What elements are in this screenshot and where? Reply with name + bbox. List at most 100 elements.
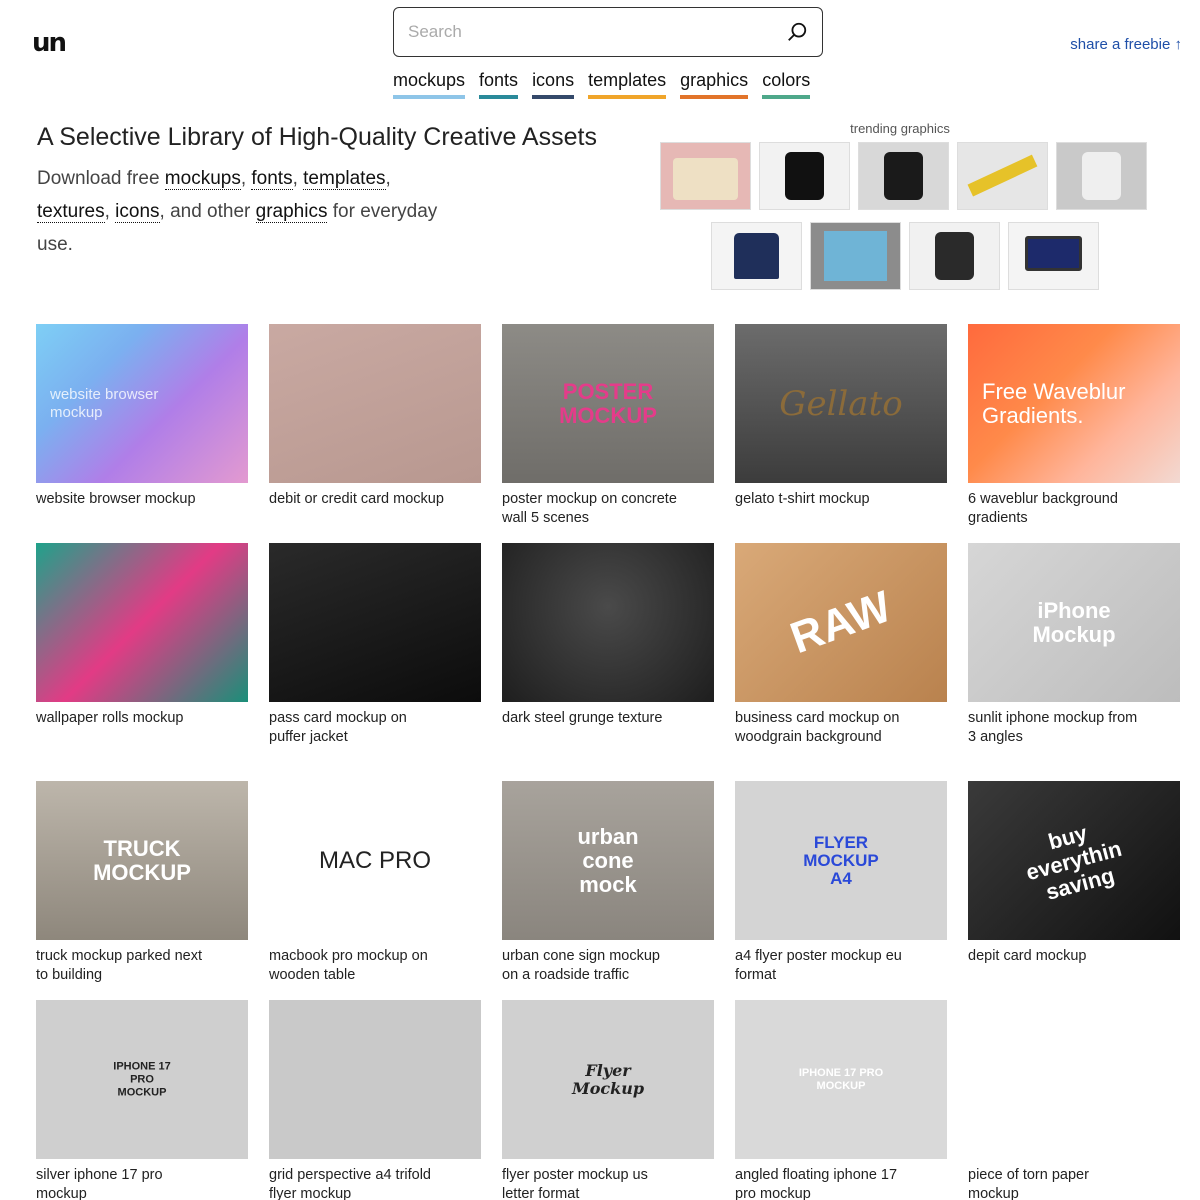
asset-card[interactable]: TRUCK MOCKUP truck mockup parked next to … — [36, 781, 248, 1000]
asset-thumbnail: MAC PRO — [269, 781, 481, 940]
trending-thumb-poster[interactable] — [810, 222, 901, 290]
asset-title: piece of torn paper mockup — [968, 1167, 1089, 1200]
thumbnail-overlay-text: FLYER MOCKUP A4 — [803, 832, 879, 888]
asset-card[interactable]: Free Waveblur Gradients. 6 waveblur backg… — [968, 324, 1180, 543]
hero-intro: Download free — [37, 168, 165, 189]
trending-row — [660, 142, 1150, 210]
thumb-figure — [1025, 236, 1082, 271]
asset-thumbnail — [968, 1000, 1180, 1159]
trending-thumb-polo[interactable] — [711, 222, 802, 290]
trending-thumb-macbook[interactable] — [1008, 222, 1099, 290]
thumb-figure — [883, 152, 924, 200]
asset-card[interactable]: IPHONE 17 PRO MOCKUP angled floating ipho… — [735, 1000, 947, 1200]
search-bar[interactable] — [393, 7, 823, 57]
asset-card[interactable]: dark steel grunge texture — [502, 543, 714, 781]
hero-link-icons[interactable]: icons — [115, 201, 160, 223]
trending-thumb-iphone-apps[interactable] — [858, 142, 949, 210]
hero-description: Download free mockups, fonts, templates,… — [37, 162, 447, 261]
asset-card[interactable]: wallpaper rolls mockup — [36, 543, 248, 781]
asset-card[interactable]: website browser mockup website browser mo… — [36, 324, 248, 543]
separator: , — [240, 168, 252, 189]
asset-thumbnail — [269, 324, 481, 483]
asset-title: website browser mockup — [36, 491, 196, 507]
thumb-figure — [784, 152, 825, 200]
asset-thumbnail: FLYER MOCKUP A4 — [735, 781, 947, 940]
asset-grid: website browser mockup website browser mo… — [36, 324, 1180, 1200]
thumb-figure — [734, 232, 779, 280]
trending-thumb-iphone-silver[interactable] — [1056, 142, 1147, 210]
nav-colors[interactable]: colors — [762, 70, 811, 99]
hero: A Selective Library of High-Quality Crea… — [37, 122, 597, 261]
asset-thumbnail: iPhone Mockup — [968, 543, 1180, 702]
asset-thumbnail: IPHONE 17 PRO MOCKUP — [735, 1000, 947, 1159]
hero-link-mockups[interactable]: mockups — [164, 168, 241, 190]
asset-thumbnail: IPHONE 17 PRO MOCKUP — [36, 1000, 248, 1159]
trending-thumb-tshirts[interactable] — [660, 142, 751, 210]
asset-thumbnail: Free Waveblur Gradients. — [968, 324, 1180, 483]
asset-title: depit card mockup — [968, 948, 1087, 964]
asset-card[interactable]: grid perspective a4 trifold flyer mockup — [269, 1000, 481, 1200]
search-input[interactable] — [408, 22, 786, 42]
asset-thumbnail — [502, 543, 714, 702]
trending-thumb-lanyard[interactable] — [957, 142, 1048, 210]
thumbnail-overlay-text: IPHONE 17 PRO MOCKUP — [798, 1066, 884, 1092]
asset-card[interactable]: piece of torn paper mockup — [968, 1000, 1180, 1200]
asset-card[interactable]: Flyer Mockup flyer poster mockup us lette… — [502, 1000, 714, 1200]
asset-title: urban cone sign mockup on a roadside tra… — [502, 948, 660, 983]
nav-mockups[interactable]: mockups — [393, 70, 466, 99]
hero-link-textures[interactable]: textures — [37, 201, 105, 223]
asset-card[interactable]: IPHONE 17 PRO MOCKUP silver iphone 17 pro… — [36, 1000, 248, 1200]
thumbnail-overlay-text: website browser mockup — [50, 385, 159, 421]
asset-card[interactable]: iPhone Mockup sunlit iphone mockup from 3… — [968, 543, 1180, 781]
nav-graphics[interactable]: graphics — [680, 70, 749, 99]
trending-thumb-iphone-gold[interactable] — [909, 222, 1000, 290]
asset-title: angled floating iphone 17 pro mockup — [735, 1167, 898, 1200]
asset-title: silver iphone 17 pro mockup — [36, 1167, 163, 1200]
asset-thumbnail: Gellato — [735, 324, 947, 483]
thumb-figure — [1081, 152, 1122, 200]
asset-card[interactable]: FLYER MOCKUP A4 a4 flyer poster mockup eu… — [735, 781, 947, 1000]
thumb-figure — [934, 232, 975, 280]
nav-fonts[interactable]: fonts — [479, 70, 519, 99]
hero-link-fonts[interactable]: fonts — [251, 168, 293, 190]
thumbnail-overlay-text: MAC PRO — [318, 846, 431, 874]
trending-graphics: trending graphics — [660, 121, 1150, 290]
trending-thumb-iphone-dark[interactable] — [759, 142, 850, 210]
page-title: A Selective Library of High-Quality Crea… — [37, 123, 597, 151]
asset-card[interactable]: POSTER MOCKUP poster mockup on concrete w… — [502, 324, 714, 543]
asset-title: debit or credit card mockup — [269, 491, 444, 507]
thumbnail-overlay-text: Free Waveblur Gradients. — [982, 378, 1126, 428]
asset-card[interactable]: MAC PRO macbook pro mockup on wooden tabl… — [269, 781, 481, 1000]
asset-card[interactable]: pass card mockup on puffer jacket — [269, 543, 481, 781]
asset-title: wallpaper rolls mockup — [36, 710, 184, 726]
category-nav: mockups fonts icons templates graphics colors — [393, 70, 811, 99]
asset-thumbnail: TRUCK MOCKUP — [36, 781, 248, 940]
asset-title: dark steel grunge texture — [502, 710, 663, 726]
asset-title: flyer poster mockup us letter format — [502, 1167, 648, 1200]
search-icon[interactable] — [786, 21, 808, 43]
asset-card[interactable]: urban cone mock urban cone sign mockup on… — [502, 781, 714, 1000]
separator: , — [385, 168, 391, 189]
nav-templates[interactable]: templates — [588, 70, 667, 99]
trending-row — [711, 222, 1150, 290]
hero-link-graphics[interactable]: graphics — [255, 201, 328, 223]
asset-card[interactable]: Gellato gelato t-shirt mockup — [735, 324, 947, 543]
asset-title: sunlit iphone mockup from 3 angles — [968, 710, 1138, 745]
asset-card[interactable]: debit or credit card mockup — [269, 324, 481, 543]
thumbnail-overlay-text: Gellato — [779, 383, 903, 424]
hero-link-templates[interactable]: templates — [303, 168, 386, 190]
asset-thumbnail: RAW — [735, 543, 947, 702]
thumbnail-overlay-text: RAW — [784, 581, 898, 663]
asset-thumbnail: urban cone mock — [502, 781, 714, 940]
separator: , — [292, 168, 304, 189]
share-freebie-link[interactable]: share a freebie ↑ — [1070, 36, 1182, 53]
hero-and-other: , and other — [159, 201, 256, 222]
site-logo[interactable]: un — [32, 28, 67, 58]
asset-title: grid perspective a4 trifold flyer mockup — [269, 1167, 431, 1200]
asset-card[interactable]: buy everythin saving depit card mockup — [968, 781, 1180, 1000]
thumbnail-overlay-text: IPHONE 17 PRO MOCKUP — [113, 1060, 171, 1098]
thumbnail-overlay-text: Flyer Mockup — [571, 1060, 645, 1098]
asset-card[interactable]: RAW business card mockup on woodgrain bac… — [735, 543, 947, 781]
asset-thumbnail — [269, 1000, 481, 1159]
nav-icons[interactable]: icons — [532, 70, 575, 99]
